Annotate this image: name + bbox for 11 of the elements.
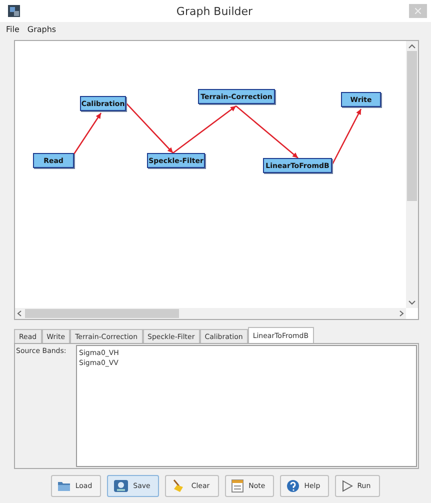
play-icon <box>341 480 354 492</box>
app-icon <box>8 5 20 17</box>
menu-item[interactable]: File <box>6 24 20 34</box>
notepad-icon <box>230 479 245 493</box>
close-icon <box>415 8 421 14</box>
menu-item[interactable]: Graphs <box>27 24 56 34</box>
scrollbar-thumb[interactable] <box>25 309 179 318</box>
scrollbar-thumb[interactable] <box>407 51 417 201</box>
window-title: Graph Builder <box>175 4 254 18</box>
folder-icon <box>57 480 72 492</box>
help-icon <box>286 479 300 493</box>
